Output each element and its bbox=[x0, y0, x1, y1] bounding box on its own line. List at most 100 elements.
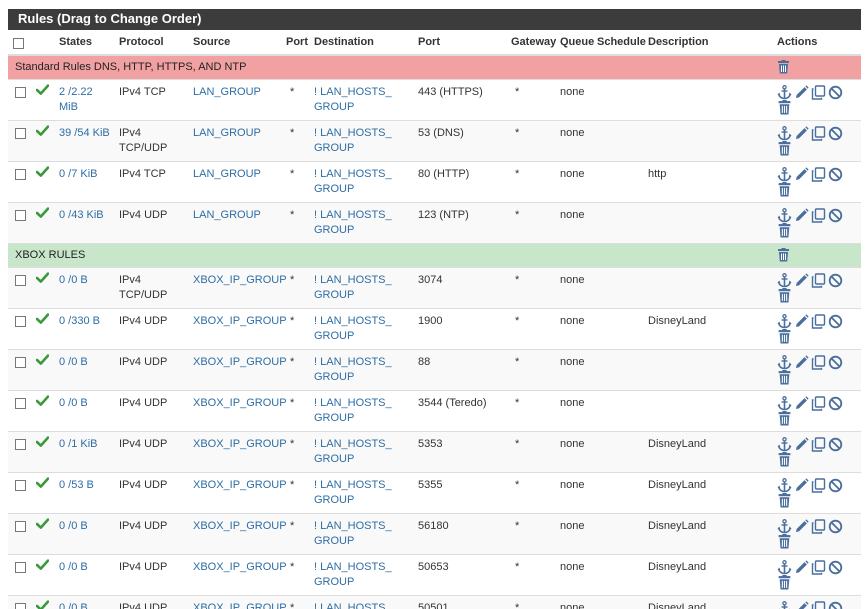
destination-line-1[interactable]: ! LAN_HOSTS_ bbox=[314, 168, 392, 180]
check-icon[interactable] bbox=[36, 437, 49, 447]
destination-line-2[interactable]: GROUP bbox=[314, 142, 354, 154]
row-checkbox[interactable] bbox=[15, 316, 26, 327]
check-icon[interactable] bbox=[36, 85, 49, 95]
source-cell[interactable]: XBOX_IP_GROUP bbox=[191, 473, 284, 514]
anchor-icon[interactable] bbox=[777, 273, 792, 288]
check-icon[interactable] bbox=[36, 208, 49, 218]
header-description[interactable]: Description bbox=[646, 30, 775, 55]
copy-icon[interactable] bbox=[811, 519, 826, 534]
states-cell[interactable]: 0 /0 B bbox=[57, 555, 117, 596]
check-icon[interactable] bbox=[36, 478, 49, 488]
states-cell[interactable]: 0 /0 B bbox=[57, 268, 117, 309]
source-cell[interactable]: LAN_GROUP bbox=[191, 80, 284, 121]
edit-pencil-icon[interactable] bbox=[794, 126, 809, 141]
states-cell[interactable]: 0 /43 KiB bbox=[57, 203, 117, 244]
destination-line-1[interactable]: ! LAN_HOSTS_ bbox=[314, 397, 392, 409]
source-cell[interactable]: LAN_GROUP bbox=[191, 162, 284, 203]
anchor-icon[interactable] bbox=[777, 355, 792, 370]
source-link[interactable]: XBOX_IP_GROUP bbox=[193, 397, 287, 409]
destination-line-1[interactable]: ! LAN_HOSTS_ bbox=[314, 209, 392, 221]
copy-icon[interactable] bbox=[811, 355, 826, 370]
destination-line-2[interactable]: GROUP bbox=[314, 101, 354, 113]
row-checkbox[interactable] bbox=[15, 87, 26, 98]
row-checkbox[interactable] bbox=[15, 275, 26, 286]
anchor-icon[interactable] bbox=[777, 314, 792, 329]
states-line-1[interactable]: 0 /53 B bbox=[59, 479, 94, 491]
separator-delete-icon[interactable] bbox=[777, 248, 790, 267]
delete-trash-icon[interactable] bbox=[777, 329, 792, 344]
anchor-icon[interactable] bbox=[777, 478, 792, 493]
check-icon[interactable] bbox=[36, 314, 49, 324]
source-link[interactable]: XBOX_IP_GROUP bbox=[193, 561, 287, 573]
source-cell[interactable]: XBOX_IP_GROUP bbox=[191, 432, 284, 473]
states-line-1[interactable]: 0 /0 B bbox=[59, 561, 88, 573]
row-checkbox[interactable] bbox=[15, 398, 26, 409]
header-states[interactable]: States bbox=[57, 30, 117, 55]
states-cell[interactable]: 0 /7 KiB bbox=[57, 162, 117, 203]
disable-icon[interactable] bbox=[828, 85, 843, 100]
table-row[interactable]: 39 /54 KiB IPv4TCP/UDP LAN_GROUP * ! LAN… bbox=[8, 121, 861, 162]
check-icon[interactable] bbox=[36, 273, 49, 283]
disable-icon[interactable] bbox=[828, 437, 843, 452]
destination-line-2[interactable]: GROUP bbox=[314, 576, 354, 588]
source-cell[interactable]: LAN_GROUP bbox=[191, 121, 284, 162]
states-line-1[interactable]: 39 /54 KiB bbox=[59, 127, 110, 139]
delete-trash-icon[interactable] bbox=[777, 100, 792, 115]
delete-trash-icon[interactable] bbox=[777, 493, 792, 508]
destination-line-1[interactable]: ! LAN_HOSTS_ bbox=[314, 315, 392, 327]
delete-trash-icon[interactable] bbox=[777, 411, 792, 426]
check-icon[interactable] bbox=[36, 519, 49, 529]
row-checkbox[interactable] bbox=[15, 357, 26, 368]
destination-cell[interactable]: ! LAN_HOSTS_GROUP bbox=[312, 121, 416, 162]
states-line-1[interactable]: 0 /1 KiB bbox=[59, 438, 98, 450]
disable-icon[interactable] bbox=[828, 314, 843, 329]
separator-row[interactable]: Standard Rules DNS, HTTP, HTTPS, AND NTP bbox=[8, 55, 861, 80]
row-checkbox[interactable] bbox=[15, 439, 26, 450]
delete-trash-icon[interactable] bbox=[777, 534, 792, 549]
destination-line-2[interactable]: GROUP bbox=[314, 371, 354, 383]
source-cell[interactable]: XBOX_IP_GROUP bbox=[191, 596, 284, 609]
delete-trash-icon[interactable] bbox=[777, 452, 792, 467]
source-link[interactable]: XBOX_IP_GROUP bbox=[193, 520, 287, 532]
check-icon[interactable] bbox=[36, 601, 49, 609]
states-line-1[interactable]: 0 /330 B bbox=[59, 315, 100, 327]
header-destination-port[interactable]: Port bbox=[416, 30, 509, 55]
source-cell[interactable]: XBOX_IP_GROUP bbox=[191, 309, 284, 350]
destination-cell[interactable]: ! LAN_HOSTS_GROUP bbox=[312, 162, 416, 203]
disable-icon[interactable] bbox=[828, 355, 843, 370]
table-row[interactable]: 0 /53 B IPv4 UDP XBOX_IP_GROUP * ! LAN_H… bbox=[8, 473, 861, 514]
row-checkbox[interactable] bbox=[15, 210, 26, 221]
table-row[interactable]: 0 /0 B IPv4 UDP XBOX_IP_GROUP * ! LAN_HO… bbox=[8, 391, 861, 432]
anchor-icon[interactable] bbox=[777, 396, 792, 411]
edit-pencil-icon[interactable] bbox=[794, 601, 809, 609]
disable-icon[interactable] bbox=[828, 519, 843, 534]
destination-cell[interactable]: ! LAN_HOSTS_ GROUP bbox=[312, 309, 416, 350]
destination-cell[interactable]: ! LAN_HOSTS_GROUP bbox=[312, 555, 416, 596]
destination-cell[interactable]: ! LAN_HOSTS_GROUP bbox=[312, 514, 416, 555]
source-link[interactable]: XBOX_IP_GROUP bbox=[193, 438, 287, 450]
copy-icon[interactable] bbox=[811, 396, 826, 411]
destination-line-2[interactable]: GROUP bbox=[314, 224, 354, 236]
destination-cell[interactable]: ! LAN_HOSTS_GROUP bbox=[312, 391, 416, 432]
states-cell[interactable]: 39 /54 KiB bbox=[57, 121, 117, 162]
states-cell[interactable]: 0 /0 B bbox=[57, 514, 117, 555]
source-cell[interactable]: XBOX_IP_GROUP bbox=[191, 555, 284, 596]
anchor-icon[interactable] bbox=[777, 601, 792, 609]
table-row[interactable]: 0 /7 KiB IPv4 TCP LAN_GROUP * ! LAN_HOST… bbox=[8, 162, 861, 203]
header-gateway[interactable]: Gateway bbox=[509, 30, 558, 55]
edit-pencil-icon[interactable] bbox=[794, 519, 809, 534]
source-link[interactable]: LAN_GROUP bbox=[193, 86, 261, 98]
edit-pencil-icon[interactable] bbox=[794, 437, 809, 452]
copy-icon[interactable] bbox=[811, 167, 826, 182]
states-line-1[interactable]: 0 /0 B bbox=[59, 274, 88, 286]
states-line-1[interactable]: 0 /0 B bbox=[59, 602, 88, 609]
states-cell[interactable]: 0 /53 B bbox=[57, 473, 117, 514]
destination-line-2[interactable]: GROUP bbox=[314, 330, 354, 342]
source-link[interactable]: XBOX_IP_GROUP bbox=[193, 274, 287, 286]
delete-trash-icon[interactable] bbox=[777, 141, 792, 156]
delete-trash-icon[interactable] bbox=[777, 288, 792, 303]
source-link[interactable]: XBOX_IP_GROUP bbox=[193, 315, 287, 327]
edit-pencil-icon[interactable] bbox=[794, 478, 809, 493]
separator-row[interactable]: XBOX RULES bbox=[8, 244, 861, 268]
edit-pencil-icon[interactable] bbox=[794, 314, 809, 329]
